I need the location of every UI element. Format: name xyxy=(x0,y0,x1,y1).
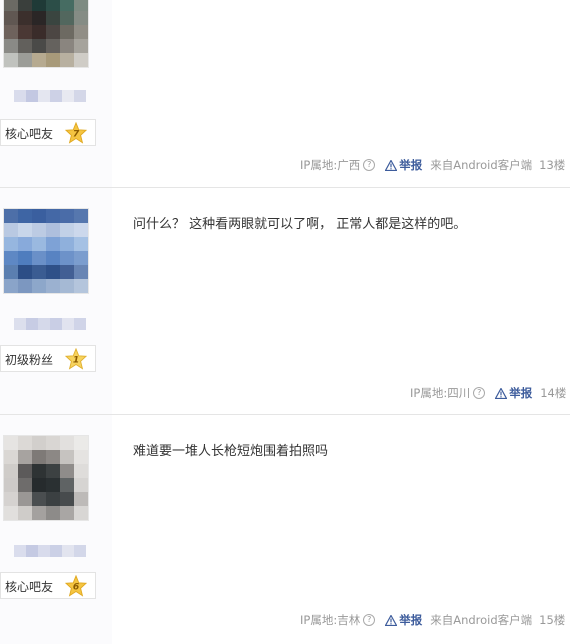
avatar[interactable] xyxy=(3,208,89,294)
author-column: 初级粉丝 1 xyxy=(0,188,112,414)
author-column: 核心吧友 6 xyxy=(0,415,112,644)
warning-triangle-icon xyxy=(385,614,398,626)
badge-label: 初级粉丝 xyxy=(5,353,54,367)
username[interactable] xyxy=(14,90,86,102)
username[interactable] xyxy=(14,545,86,557)
post-footer: IP属地:四川 ? 举报 14楼 xyxy=(410,385,566,401)
avatar[interactable] xyxy=(3,0,89,68)
floor-number: 13楼 xyxy=(539,158,566,172)
question-circle-icon[interactable]: ? xyxy=(363,159,376,171)
floor-number: 14楼 xyxy=(540,386,567,400)
badge-label: 核心吧友 xyxy=(5,127,54,141)
post-15: 核心吧友 6 难道要一堆人长枪短炮围着拍照吗 IP属地:吉林 ? 举报 来自An… xyxy=(0,415,570,644)
post-footer: IP属地:吉林 ? 举报 来自Android客户端 15楼 xyxy=(300,612,565,628)
floor-number: 15楼 xyxy=(539,613,566,627)
post-14: 初级粉丝 1 问什么？ 这种看两眼就可以了啊， 正常人都是这样的吧。 IP属地:… xyxy=(0,188,570,414)
author-column: 核心吧友 7 xyxy=(0,0,112,187)
avatar[interactable] xyxy=(3,435,89,521)
warning-triangle-icon xyxy=(385,159,398,171)
ip-location: IP属地:广西 xyxy=(300,158,361,172)
report-label: 举报 xyxy=(399,613,423,627)
username[interactable] xyxy=(14,318,86,330)
member-badge[interactable]: 初级粉丝 1 xyxy=(0,345,96,372)
level-star-icon: 1 xyxy=(65,348,87,370)
post-content: 难道要一堆人长枪短炮围着拍照吗 xyxy=(133,444,329,459)
question-circle-icon[interactable]: ? xyxy=(363,614,376,626)
level-number: 6 xyxy=(73,582,80,593)
client-source: 来自Android客户端 xyxy=(430,613,533,627)
report-label: 举报 xyxy=(509,386,533,400)
warning-triangle-icon xyxy=(495,387,508,399)
level-number: 1 xyxy=(73,355,79,366)
level-star-icon: 7 xyxy=(65,122,87,144)
level-star-icon: 6 xyxy=(65,575,87,597)
member-badge[interactable]: 核心吧友 6 xyxy=(0,572,96,599)
badge-label: 核心吧友 xyxy=(5,580,54,594)
ip-location: IP属地:四川 xyxy=(410,386,471,400)
member-badge[interactable]: 核心吧友 7 xyxy=(0,119,96,146)
post-content: 问什么？ 这种看两眼就可以了啊， 正常人都是这样的吧。 xyxy=(133,217,467,232)
post-13: 核心吧友 7 IP属地:广西 ? 举报 来自Android客户端 13楼 xyxy=(0,0,570,187)
level-number: 7 xyxy=(73,129,80,140)
ip-location: IP属地:吉林 xyxy=(300,613,361,627)
report-label: 举报 xyxy=(399,158,423,172)
question-circle-icon[interactable]: ? xyxy=(473,387,486,399)
report-link[interactable]: 举报 xyxy=(385,157,422,173)
client-source: 来自Android客户端 xyxy=(430,158,533,172)
report-link[interactable]: 举报 xyxy=(495,385,532,401)
report-link[interactable]: 举报 xyxy=(385,612,422,628)
post-footer: IP属地:广西 ? 举报 来自Android客户端 13楼 xyxy=(300,157,565,173)
